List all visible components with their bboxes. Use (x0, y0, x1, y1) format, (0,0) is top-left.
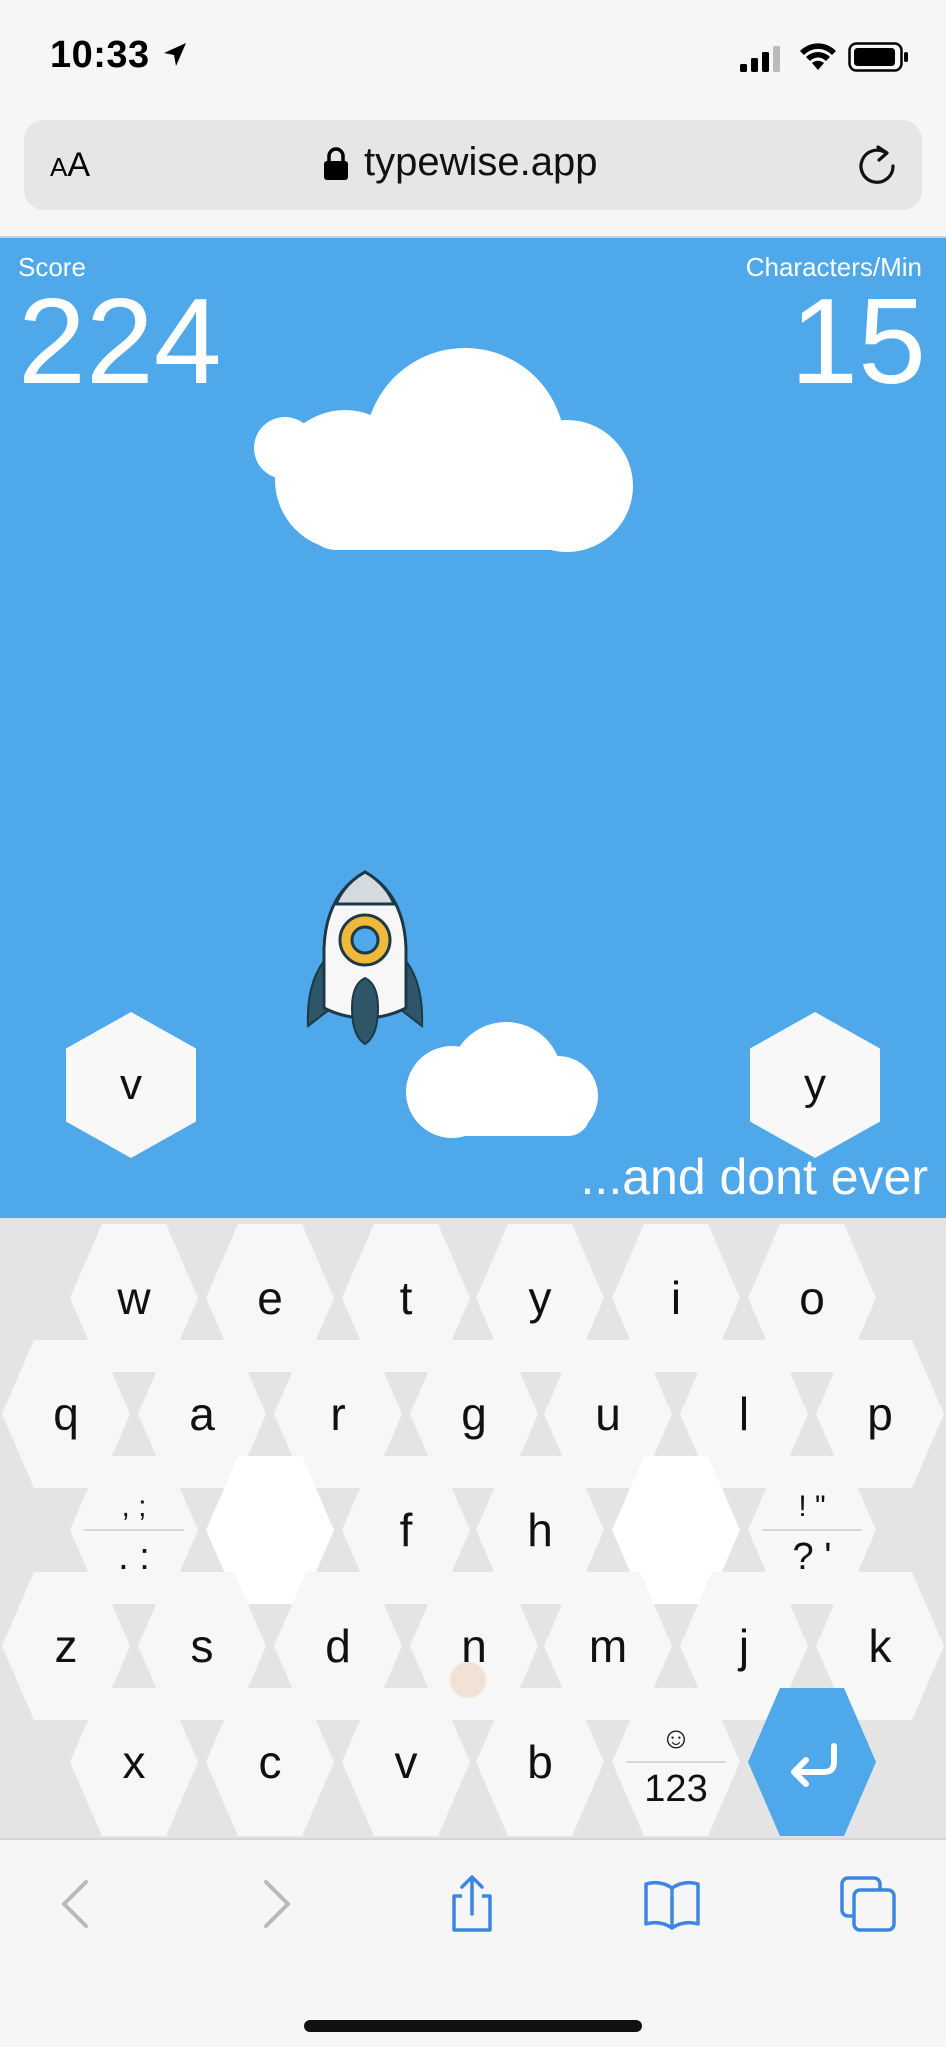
wifi-icon (800, 43, 836, 70)
home-indicator (304, 2020, 642, 2032)
key-label: v (394, 1736, 418, 1788)
score-value: 224 (18, 273, 222, 409)
touch-indicator (450, 1662, 486, 1698)
falling-letter-label: v (120, 1060, 142, 1109)
text-size-small-a: A (50, 152, 68, 182)
key-label-top: ! " (798, 1490, 826, 1523)
lock-icon (324, 147, 348, 180)
text-size-button[interactable]: AA (50, 146, 90, 185)
forward-icon[interactable] (244, 1874, 304, 1934)
status-bar: 10:33 (0, 0, 946, 110)
key-x[interactable]: x (70, 1688, 198, 1836)
numbers-key-label: 123 (644, 1768, 708, 1810)
status-time: 10:33 (50, 34, 150, 76)
reload-icon[interactable] (856, 144, 900, 188)
emoji-icon: ☺ (660, 1722, 692, 1755)
cloud-small (406, 1022, 598, 1138)
tabs-icon[interactable] (838, 1874, 898, 1934)
browser-toolbar (0, 1838, 946, 2047)
key-b[interactable]: b (476, 1688, 604, 1836)
falling-letter-label: y (804, 1060, 826, 1109)
enter-key[interactable] (748, 1688, 876, 1836)
key-label-top: , ; (121, 1490, 147, 1523)
falling-letter-y: y (750, 1012, 880, 1158)
text-size-large-a: A (67, 146, 91, 184)
hex-keyboard: w e t y i o q a r g u l p , ; . : f h ! … (0, 1218, 946, 1838)
rocket-icon (306, 870, 424, 1046)
key-c[interactable]: c (206, 1688, 334, 1836)
key-v[interactable]: v (342, 1688, 470, 1836)
key-emoji-numbers[interactable]: ☺ 123 (612, 1688, 740, 1836)
game-canvas[interactable]: Score 224 Characters/Min 15 v y ...and d… (0, 238, 946, 1218)
share-icon[interactable] (442, 1874, 502, 1934)
key-label: x (122, 1736, 146, 1788)
return-arrow-icon (791, 1743, 837, 1787)
back-icon[interactable] (48, 1874, 108, 1934)
url-text[interactable]: typewise.app (364, 140, 597, 185)
key-label: c (258, 1736, 282, 1788)
battery-icon (848, 42, 908, 72)
cpm-value: 15 (790, 273, 926, 409)
address-bar[interactable]: AA typewise.app (24, 120, 922, 210)
cloud-large (254, 348, 633, 552)
key-label: b (527, 1736, 553, 1788)
cellular-signal-icon (740, 46, 780, 72)
bookmarks-icon[interactable] (642, 1874, 702, 1934)
target-sentence: ...and dont ever (580, 1149, 928, 1205)
falling-letter-v: v (66, 1012, 196, 1158)
location-arrow-icon (164, 43, 186, 66)
